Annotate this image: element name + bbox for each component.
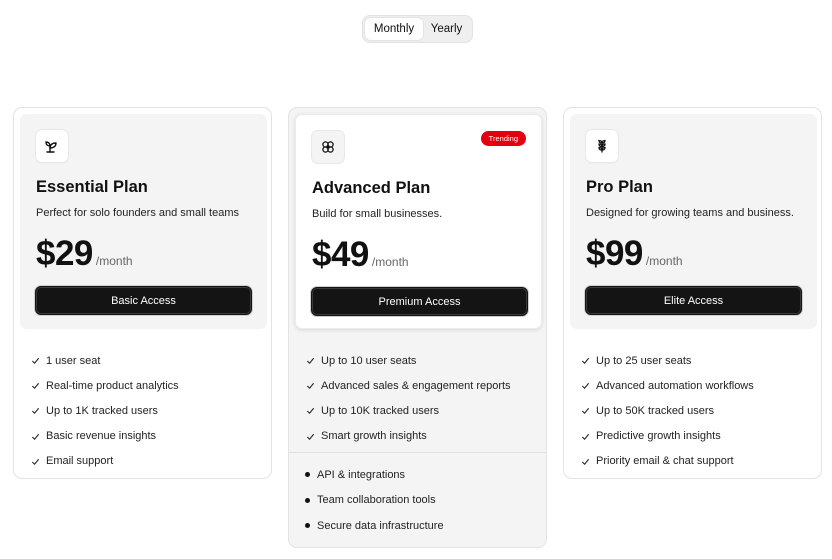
list-item: Predictive growth insights [581,424,754,449]
feature-label: Email support [46,455,114,468]
check-icon [581,356,591,366]
bullet-icon [305,497,310,503]
extra-label: Team collaboration tools [317,494,436,507]
price: $49 /month [312,235,409,275]
premium-access-button[interactable]: Premium Access [311,287,528,316]
list-item: Email support [31,449,179,474]
plan-header: Pro Plan Designed for growing teams and … [570,114,817,329]
feature-label: Predictive growth insights [596,430,721,443]
price-period: /month [95,254,133,268]
plan-header: Trending Advanced Plan Build for small b… [295,114,542,329]
price: $29 /month [36,234,133,274]
price-amount: $29 [36,234,93,273]
plan-name: Essential Plan [36,178,148,196]
list-item: Up to 25 user seats [581,348,754,373]
feature-label: Real-time product analytics [46,379,179,392]
divider [289,452,546,453]
list-item: Team collaboration tools [305,488,444,514]
check-icon [581,431,591,441]
list-item: API & integrations [305,462,444,488]
trending-badge: Trending [480,131,526,146]
plan-header: Essential Plan Perfect for solo founders… [20,114,267,329]
list-item: Advanced automation workflows [581,373,754,398]
list-item: Priority email & chat support [581,449,754,474]
price-amount: $99 [586,234,643,273]
price: $99 /month [586,234,683,274]
plan-description: Designed for growing teams and business. [586,207,794,219]
bullet-icon [305,472,310,478]
flower-icon [312,131,344,163]
check-icon [31,456,41,466]
feature-label: Smart growth insights [321,430,427,443]
plan-name: Pro Plan [586,178,653,196]
plan-name: Advanced Plan [312,179,431,197]
check-icon [31,406,41,416]
feature-label: Up to 1K tracked users [46,404,158,417]
feature-label: Up to 10 user seats [321,354,417,367]
check-icon [306,406,316,416]
list-item: Smart growth insights [306,424,511,449]
check-icon [306,356,316,366]
basic-access-button[interactable]: Basic Access [35,286,252,315]
price-amount: $49 [312,235,369,274]
price-period: /month [645,254,683,268]
check-icon [31,356,41,366]
plan-card-advanced: Trending Advanced Plan Build for small b… [288,107,547,548]
check-icon [31,431,41,441]
check-icon [31,381,41,391]
list-item: Up to 50K tracked users [581,398,754,423]
feature-label: Up to 10K tracked users [321,404,440,417]
price-period: /month [371,255,409,269]
check-icon [306,431,316,441]
toggle-yearly[interactable]: Yearly [423,18,470,40]
list-item: Basic revenue insights [31,424,179,449]
check-icon [581,381,591,391]
feature-label: Basic revenue insights [46,430,157,443]
leaf-stack-icon [586,130,618,162]
check-icon [581,406,591,416]
plan-card-pro: Pro Plan Designed for growing teams and … [563,107,822,479]
list-item: 1 user seat [31,348,179,373]
list-item: Up to 1K tracked users [31,398,179,423]
elite-access-button[interactable]: Elite Access [585,286,802,315]
feature-label: Advanced automation workflows [596,379,754,392]
feature-label: Up to 25 user seats [596,354,692,367]
feature-list: Up to 25 user seats Advanced automation … [581,348,754,474]
billing-toggle[interactable]: Monthly Yearly [362,15,473,43]
check-icon [581,456,591,466]
feature-label: Priority email & chat support [596,455,734,468]
toggle-monthly[interactable]: Monthly [365,18,423,40]
feature-list: 1 user seat Real-time product analytics … [31,348,179,474]
feature-label: 1 user seat [46,354,101,367]
check-icon [306,381,316,391]
list-item: Real-time product analytics [31,373,179,398]
plan-description: Build for small businesses. [312,208,443,220]
list-item: Up to 10K tracked users [306,398,511,423]
plan-description: Perfect for solo founders and small team… [36,207,239,219]
feature-label: Advanced sales & engagement reports [321,379,511,392]
plan-card-essential: Essential Plan Perfect for solo founders… [13,107,272,479]
list-item: Advanced sales & engagement reports [306,373,511,398]
list-item: Up to 10 user seats [306,348,511,373]
bullet-icon [305,523,310,529]
extra-label: Secure data infrastructure [317,519,444,532]
extra-label: API & integrations [317,468,406,481]
feature-list: Up to 10 user seats Advanced sales & eng… [306,348,511,449]
feature-label: Up to 50K tracked users [596,404,715,417]
sprout-icon [36,130,68,162]
list-item: Secure data infrastructure [305,513,444,539]
extras-list: API & integrations Team collaboration to… [305,462,444,539]
